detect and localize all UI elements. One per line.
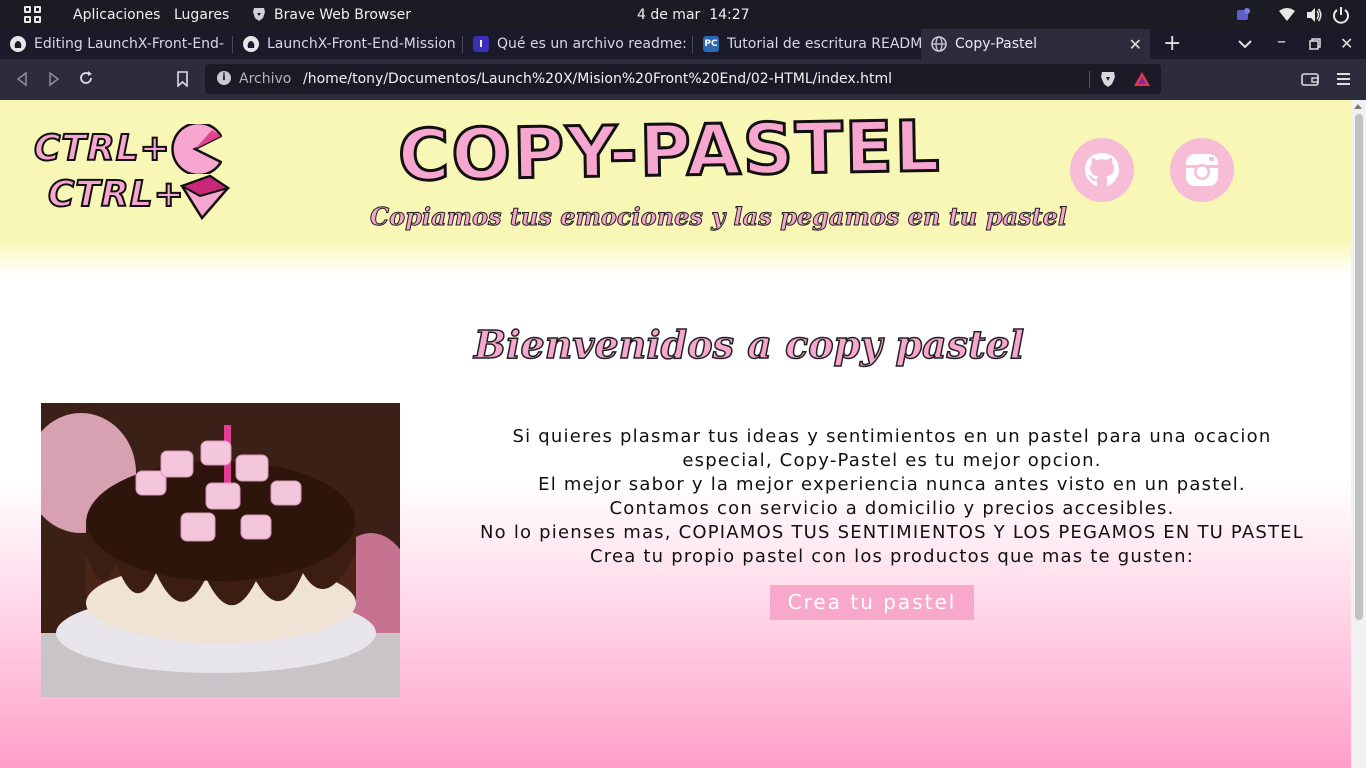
logo-line-2: CTRL+ (47, 173, 185, 216)
site-info-icon[interactable]: i (217, 71, 231, 85)
bookmark-icon[interactable] (176, 71, 189, 87)
intro-line: El mejor sabor y la mejor experiencia nu… (538, 474, 1246, 495)
wallet-icon[interactable] (1301, 72, 1319, 86)
tab-editing-launchx[interactable]: Editing LaunchX-Front-End- (0, 29, 233, 59)
browser-toolbar: i Archivo /home/tony/Documentos/Launch%2… (0, 59, 1366, 100)
menu-icon[interactable] (1337, 72, 1350, 86)
new-tab-button[interactable]: + (1163, 33, 1181, 55)
github-icon (243, 36, 259, 52)
tab-copy-pastel[interactable]: Copy-Pastel ✕ (921, 29, 1150, 59)
cake-wedge-icon (180, 174, 230, 220)
logo-line-1: CTRL+ (33, 127, 171, 170)
tab-launchx-mission[interactable]: LaunchX-Front-End-Mission (233, 29, 463, 59)
brave-lion-icon (253, 8, 265, 21)
reload-icon[interactable] (78, 70, 94, 86)
intro-line: Contamos con servicio a domicilio y prec… (609, 498, 1175, 519)
power-icon[interactable] (1332, 6, 1350, 24)
tab-title: Copy-Pastel (955, 36, 1037, 52)
scheme-label: Archivo (239, 71, 292, 87)
intro-text: Si quieres plasmar tus ideas y sentimien… (462, 425, 1322, 569)
active-app-menu[interactable]: Brave Web Browser (274, 7, 411, 23)
tab-title: Tutorial de escritura READMI (727, 36, 921, 52)
create-cake-button[interactable]: Crea tu pastel (770, 585, 974, 620)
minimize-window-button[interactable]: – (1277, 31, 1286, 53)
places-menu[interactable]: Lugares (174, 7, 229, 23)
clock[interactable]: 4 de mar 14:27 (637, 7, 750, 23)
globe-icon (931, 36, 947, 52)
back-icon[interactable] (15, 71, 29, 87)
tab-title: Editing LaunchX-Front-End- (34, 36, 224, 52)
github-icon (10, 36, 26, 52)
intro-line: Si quieres plasmar tus ideas y sentimien… (512, 426, 1272, 447)
intro-line: Crea tu propio pastel con los productos … (590, 546, 1194, 567)
wifi-icon[interactable] (1279, 8, 1295, 22)
volume-icon[interactable] (1306, 7, 1322, 23)
brave-rewards-icon[interactable] (1133, 71, 1151, 87)
date-label: 4 de mar (637, 7, 701, 23)
close-tab-icon[interactable]: ✕ (1129, 35, 1142, 54)
close-window-button[interactable]: ✕ (1340, 33, 1353, 55)
page-scrollbar[interactable] (1351, 100, 1366, 768)
tab-que-es-readme[interactable]: I Qué es un archivo readme: ex (463, 29, 693, 59)
intro-line: especial, Copy-Pastel es tu mejor opcion… (682, 450, 1102, 471)
system-top-bar: Aplicaciones Lugares Brave Web Browser 4… (0, 0, 1366, 29)
tab-title: LaunchX-Front-End-Mission (267, 36, 456, 52)
instagram-link[interactable] (1170, 138, 1234, 202)
scroll-up-arrow-icon[interactable] (1354, 104, 1362, 109)
cake-slice-icon (171, 124, 222, 174)
github-link[interactable] (1070, 138, 1134, 202)
address-bar[interactable]: i Archivo /home/tony/Documentos/Launch%2… (205, 64, 1161, 94)
applications-menu[interactable]: Aplicaciones (73, 7, 160, 23)
teams-tray-icon[interactable] (1235, 7, 1251, 23)
maximize-window-button[interactable] (1309, 38, 1321, 50)
time-label: 14:27 (709, 7, 750, 23)
brand-title: COPY-PASTEL (396, 104, 944, 198)
tab-tutorial-readme[interactable]: PC Tutorial de escritura READMI (693, 29, 921, 59)
welcome-heading: Bienvenidos a copy pastel (473, 321, 1025, 368)
tab-strip: Editing LaunchX-Front-End- LaunchX-Front… (0, 29, 1366, 59)
i-logo-icon: I (473, 36, 489, 52)
chevron-down-icon[interactable] (1238, 39, 1252, 49)
intro-line: No lo pienses mas, COPIAMOS TUS SENTIMIE… (480, 522, 1304, 543)
brand-subtitle: Copiamos tus emociones y las pegamos en … (370, 202, 1068, 232)
forward-icon[interactable] (47, 71, 61, 87)
instagram-icon (1186, 154, 1218, 186)
cake-illustration (41, 403, 400, 697)
url-text[interactable]: /home/tony/Documentos/Launch%20X/Mision%… (303, 71, 892, 87)
web-page: CTRL+ CTRL+ COPY-PASTEL Copiamos tus emo… (0, 100, 1351, 768)
url-divider (1089, 71, 1090, 88)
scrollbar-thumb[interactable] (1355, 114, 1363, 620)
pc-logo-icon: PC (703, 36, 719, 52)
cake-photo (41, 403, 400, 697)
github-icon (1085, 153, 1119, 186)
tab-title: Qué es un archivo readme: ex (497, 36, 693, 52)
site-logo[interactable]: CTRL+ CTRL+ (30, 122, 235, 222)
apps-grid-icon[interactable] (24, 6, 41, 23)
brave-shields-icon[interactable] (1100, 71, 1116, 88)
